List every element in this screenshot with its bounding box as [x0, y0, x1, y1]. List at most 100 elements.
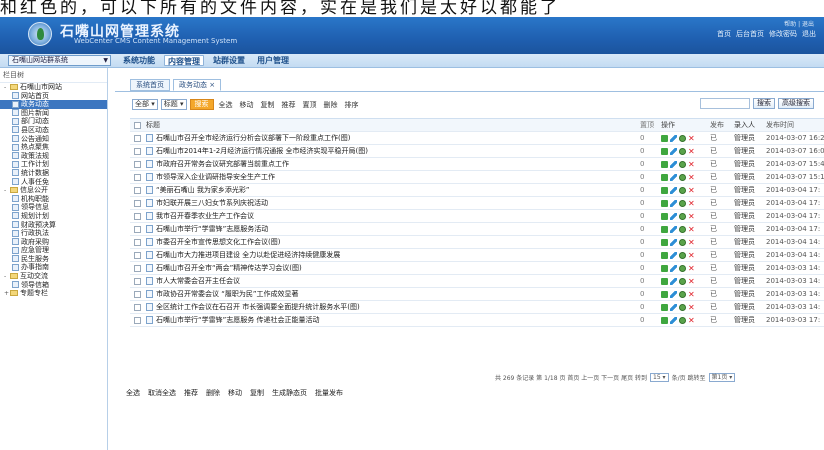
publish-icon[interactable]	[661, 199, 668, 207]
row-checkbox[interactable]	[134, 132, 142, 144]
sidebar-item[interactable]: - 互动交流	[0, 272, 107, 281]
row-checkbox[interactable]	[134, 236, 142, 248]
bottom-delete[interactable]: 删除	[205, 388, 221, 398]
bottom-batch-publish[interactable]: 批量发布	[314, 388, 344, 398]
edit-icon[interactable]	[670, 264, 677, 272]
edit-icon[interactable]	[670, 147, 677, 155]
toolbar-select-all[interactable]: 全选	[217, 100, 235, 110]
header-link-logout[interactable]: 退出	[802, 29, 816, 39]
row-checkbox[interactable]	[134, 249, 142, 261]
row-checkbox[interactable]	[134, 301, 142, 313]
pager-text[interactable]: 共 269 条记录 第 1/18 页 首页 上一页 下一页 尾页 转到	[495, 373, 647, 382]
publish-icon[interactable]	[661, 316, 668, 324]
sidebar-item[interactable]: 统计数据	[0, 169, 107, 178]
nav-item-users[interactable]: 用户管理	[254, 55, 292, 66]
publish-icon[interactable]	[661, 160, 668, 168]
bottom-generate-static[interactable]: 生成静态页	[271, 388, 308, 398]
publish-icon[interactable]	[661, 303, 668, 311]
row-title[interactable]: 石嘴山市举行“学雷锋”志愿服务活动	[156, 225, 268, 233]
delete-icon[interactable]: ✕	[688, 225, 695, 233]
delete-icon[interactable]: ✕	[688, 303, 695, 311]
row-title[interactable]: 市领导深入企业调研指导安全生产工作	[156, 173, 275, 181]
publish-icon[interactable]	[661, 173, 668, 181]
tab-news[interactable]: 政务动态 ×	[173, 79, 222, 91]
preview-icon[interactable]	[679, 212, 686, 220]
nav-item-system[interactable]: 系统功能	[120, 55, 158, 66]
delete-icon[interactable]: ✕	[688, 290, 695, 298]
toolbar-delete[interactable]: 删除	[322, 100, 340, 110]
toolbar-pin[interactable]: 置顶	[301, 100, 319, 110]
publish-icon[interactable]	[661, 212, 668, 220]
sidebar-item[interactable]: 行政执法	[0, 229, 107, 238]
row-title[interactable]: “美丽石嘴山 我为家乡添光彩”	[156, 186, 249, 194]
preview-icon[interactable]	[679, 264, 686, 272]
header-link-admin-home[interactable]: 后台首页	[736, 29, 764, 39]
sidebar-item[interactable]: 办事指南	[0, 263, 107, 272]
row-checkbox[interactable]	[134, 184, 142, 196]
header-title[interactable]: 标题	[146, 119, 626, 131]
row-title[interactable]: 石嘴山市举行“学雷锋”志愿服务 传递社会正能量活动	[156, 316, 319, 324]
publish-icon[interactable]	[661, 238, 668, 246]
nav-item-site-settings[interactable]: 站群设置	[210, 55, 248, 66]
row-title[interactable]: 石嘴山市召开全市经济运行分析会议部署下一阶段重点工作(图)	[156, 134, 350, 142]
header-link-home[interactable]: 首页	[717, 29, 731, 39]
row-checkbox[interactable]	[134, 210, 142, 222]
edit-icon[interactable]	[670, 134, 677, 142]
delete-icon[interactable]: ✕	[688, 212, 695, 220]
filter-select-scope[interactable]: 全部 ▾	[132, 99, 158, 110]
row-checkbox[interactable]	[134, 171, 142, 183]
preview-icon[interactable]	[679, 186, 686, 194]
toolbar-copy[interactable]: 复制	[259, 100, 277, 110]
row-checkbox[interactable]	[134, 197, 142, 209]
sidebar-item[interactable]: 领导信箱	[0, 281, 107, 290]
preview-icon[interactable]	[679, 238, 686, 246]
delete-icon[interactable]: ✕	[688, 238, 695, 246]
preview-icon[interactable]	[679, 199, 686, 207]
toolbar-sort[interactable]: 排序	[343, 100, 361, 110]
sidebar-item[interactable]: 工作计划	[0, 160, 107, 169]
preview-icon[interactable]	[679, 277, 686, 285]
sidebar-item[interactable]: 图片新闻	[0, 109, 107, 118]
row-checkbox[interactable]	[134, 223, 142, 235]
edit-icon[interactable]	[670, 160, 677, 168]
preview-icon[interactable]	[679, 251, 686, 259]
preview-icon[interactable]	[679, 173, 686, 181]
row-title[interactable]: 石嘴山市大力推进项目建设 全力以赴促进经济持续健康发展	[156, 251, 340, 259]
sidebar-item[interactable]: 政策法规	[0, 152, 107, 161]
sidebar-item[interactable]: 政务动态	[0, 100, 107, 109]
row-title[interactable]: 市政协召开常委会议 “履职为民”工作成效显著	[156, 290, 298, 298]
bottom-copy[interactable]: 复制	[249, 388, 265, 398]
sidebar-item[interactable]: 政府采购	[0, 238, 107, 247]
publish-icon[interactable]	[661, 225, 668, 233]
preview-icon[interactable]	[679, 225, 686, 233]
per-page-select[interactable]: 15 ▾	[650, 373, 669, 382]
sidebar-item[interactable]: 热点聚焦	[0, 143, 107, 152]
row-title[interactable]: 市委召开全市宣传思想文化工作会议(图)	[156, 238, 280, 246]
sidebar-item[interactable]: 领导信息	[0, 203, 107, 212]
header-link-change-password[interactable]: 修改密码	[769, 29, 797, 39]
sidebar-item[interactable]: 民生服务	[0, 255, 107, 264]
bottom-deselect-all[interactable]: 取消全选	[147, 388, 177, 398]
delete-icon[interactable]: ✕	[688, 316, 695, 324]
bottom-select-all[interactable]: 全选	[125, 388, 141, 398]
preview-icon[interactable]	[679, 316, 686, 324]
edit-icon[interactable]	[670, 251, 677, 259]
goto-page-select[interactable]: 第1页 ▾	[708, 373, 736, 382]
publish-icon[interactable]	[661, 277, 668, 285]
sidebar-item[interactable]: 机构职能	[0, 195, 107, 204]
header-checkbox[interactable]	[134, 119, 142, 131]
delete-icon[interactable]: ✕	[688, 186, 695, 194]
sidebar-item[interactable]: - 信息公开	[0, 186, 107, 195]
toolbar-move[interactable]: 移动	[238, 100, 256, 110]
row-checkbox[interactable]	[134, 288, 142, 300]
delete-icon[interactable]: ✕	[688, 251, 695, 259]
delete-icon[interactable]: ✕	[688, 173, 695, 181]
header-top-note[interactable]: 帮助 | 退出	[784, 19, 814, 28]
publish-icon[interactable]	[661, 186, 668, 194]
publish-icon[interactable]	[661, 134, 668, 142]
sidebar-item[interactable]: + 专题专栏	[0, 289, 107, 298]
right-search-button[interactable]: 搜索	[753, 98, 775, 109]
sidebar-item[interactable]: 公告通知	[0, 135, 107, 144]
tab-system-home[interactable]: 系统首页	[130, 79, 170, 91]
edit-icon[interactable]	[670, 290, 677, 298]
